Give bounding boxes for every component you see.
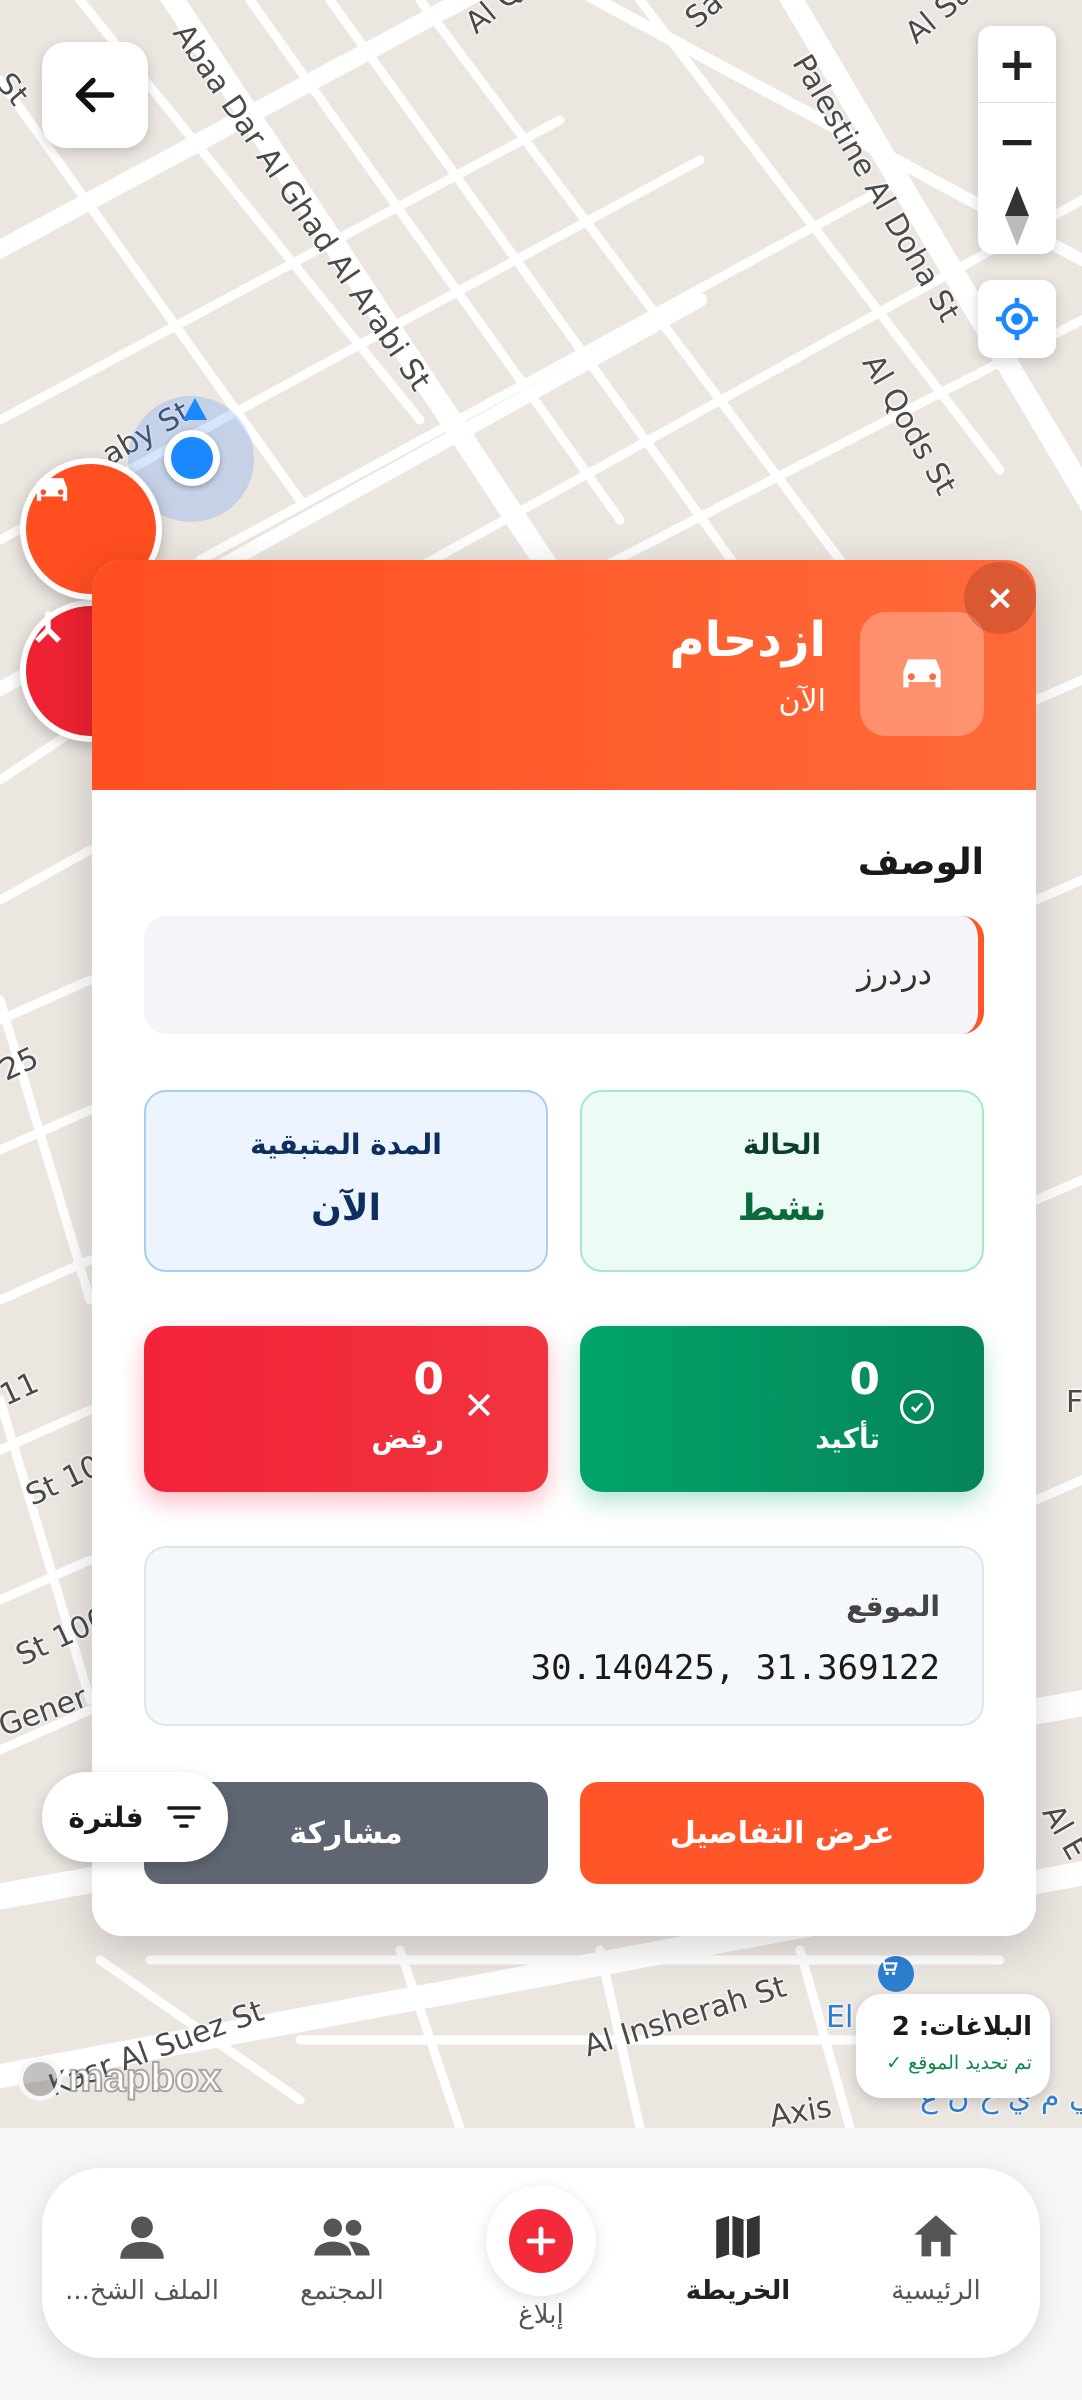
nav-community[interactable]: المجتمع xyxy=(282,2208,402,2306)
remaining-time-box: المدة المتبقية الآن xyxy=(144,1090,548,1272)
description-label: الوصف xyxy=(857,842,984,883)
description-text: دردرز xyxy=(857,954,932,992)
car-icon xyxy=(36,478,68,501)
nav-map[interactable]: الخريطة xyxy=(672,2208,804,2306)
home-icon xyxy=(914,2215,958,2257)
description-box: دردرز xyxy=(144,916,984,1034)
nav-report-label: إبلاغ xyxy=(518,2300,564,2330)
reject-button[interactable]: 0 رفض xyxy=(144,1326,548,1492)
zoom-in-button[interactable]: + xyxy=(979,26,1055,103)
crosshair-icon xyxy=(995,297,1039,341)
reports-count-text: البلاغات: 2 xyxy=(891,2012,1032,2042)
nav-map-label: الخريطة xyxy=(685,2276,791,2306)
confirm-label: تأكيد xyxy=(815,1422,880,1455)
filter-icon xyxy=(166,1806,201,1828)
status-value: نشط xyxy=(737,1188,827,1229)
filter-button[interactable]: فلترة xyxy=(42,1772,228,1862)
reject-count: 0 xyxy=(413,1354,444,1405)
heading-arrow-icon xyxy=(183,398,207,420)
map-icon xyxy=(716,2215,760,2259)
shop-icon[interactable] xyxy=(878,1956,914,1992)
mapbox-attribution[interactable]: mapbox xyxy=(18,2055,222,2101)
car-icon xyxy=(903,659,941,688)
location-coordinates: 30.140425, 31.369122 xyxy=(530,1648,940,1688)
mapbox-wordmark: mapbox xyxy=(67,2055,222,2101)
location-box: الموقع 30.140425, 31.369122 xyxy=(144,1546,984,1726)
status-box: الحالة نشط xyxy=(580,1090,984,1272)
filter-label: فلترة xyxy=(68,1800,144,1834)
compass-icon xyxy=(1005,186,1029,246)
close-card-button[interactable]: × xyxy=(964,562,1036,634)
plus-icon: + xyxy=(997,37,1037,91)
report-detail-card: ازدحام الآن الوصف دردرز الحالة نشط المدة… xyxy=(92,560,1036,1936)
compass-button[interactable] xyxy=(979,178,1055,254)
remaining-time-value: الآن xyxy=(311,1188,381,1229)
zoom-controls: + − xyxy=(978,26,1056,254)
back-button[interactable] xyxy=(42,42,148,148)
plus-circle-icon xyxy=(509,2209,573,2273)
reject-label: رفض xyxy=(371,1422,444,1455)
confirm-button[interactable]: 0 تأكيد xyxy=(580,1326,984,1492)
zoom-out-button[interactable]: − xyxy=(979,103,1055,180)
report-title: ازدحام xyxy=(669,612,826,668)
location-label: الموقع xyxy=(846,1590,940,1623)
reports-count-badge: البلاغات: 2 تم تحديد الموقع ✓ xyxy=(856,1994,1050,2098)
person-icon xyxy=(120,2216,164,2259)
road-label: F xyxy=(1066,1385,1082,1420)
check-circle-icon xyxy=(900,1390,934,1424)
report-type-badge xyxy=(860,612,984,736)
confirm-count: 0 xyxy=(849,1354,880,1405)
remaining-time-label: المدة المتبقية xyxy=(250,1128,442,1161)
poi-label: El xyxy=(826,2000,854,2035)
report-time: الآن xyxy=(778,684,826,719)
mapbox-logo-icon xyxy=(18,2056,62,2101)
user-location-dot xyxy=(164,430,220,486)
people-icon xyxy=(314,2218,370,2256)
nav-home[interactable]: الرئيسية xyxy=(876,2208,996,2306)
close-icon: × xyxy=(985,578,1015,618)
x-icon xyxy=(462,1388,496,1422)
nav-report-button[interactable] xyxy=(486,2186,596,2296)
view-details-button[interactable]: عرض التفاصيل xyxy=(580,1782,984,1884)
nav-profile[interactable]: الملف الشخ... xyxy=(65,2208,219,2306)
arrow-left-icon xyxy=(75,77,115,113)
nav-community-label: المجتمع xyxy=(300,2276,384,2306)
location-status-text: تم تحديد الموقع ✓ xyxy=(886,2052,1032,2074)
locate-me-button[interactable] xyxy=(978,280,1056,358)
nav-home-label: الرئيسية xyxy=(891,2276,981,2306)
nav-profile-label: الملف الشخ... xyxy=(65,2276,219,2306)
minus-icon: − xyxy=(997,114,1037,168)
status-label: الحالة xyxy=(742,1128,822,1161)
